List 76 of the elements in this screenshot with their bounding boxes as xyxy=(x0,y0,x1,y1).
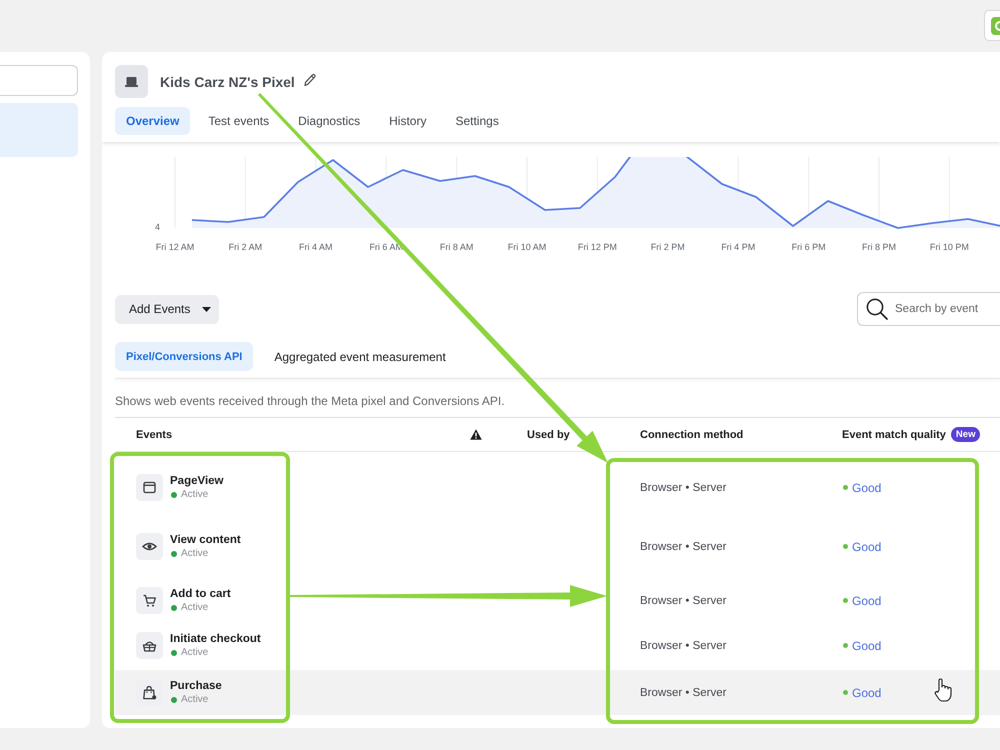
event-name: Purchase xyxy=(170,678,222,692)
axis-label: Fri 8 AM xyxy=(440,242,474,252)
axis-label: Fri 8 PM xyxy=(862,242,896,252)
event-name: Add to cart xyxy=(170,586,231,600)
axis-label: Fri 4 AM xyxy=(299,242,333,252)
status-dot-icon xyxy=(843,544,848,549)
connection-method: Browser • Server xyxy=(640,686,726,698)
axis-label: Fri 12 PM xyxy=(578,242,617,252)
new-badge: New xyxy=(950,427,980,442)
connection-method: Browser • Server xyxy=(640,482,726,494)
table-row[interactable]: Initiate checkout Active Browser • Server Good xyxy=(115,623,1000,668)
pixel-title: Kids Carz NZ's Pixel xyxy=(160,74,295,90)
quality-link[interactable]: Good xyxy=(852,540,882,554)
status-dot-icon xyxy=(171,696,177,702)
browser-window-icon xyxy=(136,474,163,501)
laptop-icon xyxy=(115,65,148,98)
table-row[interactable]: Add to cart Active Browser • Server Good xyxy=(115,578,1000,623)
axis-label: Fri 6 PM xyxy=(792,242,826,252)
description-text: Shows web events received through the Meta pixel and Conversions API. xyxy=(115,393,506,409)
status-dot-icon xyxy=(843,690,848,695)
column-header: Events xyxy=(136,428,172,440)
column-header: Connection method xyxy=(640,428,744,440)
tab[interactable]: Pixel/Conversions API xyxy=(115,342,254,371)
event-name: View content xyxy=(170,532,241,546)
pencil-icon[interactable] xyxy=(302,72,316,86)
table-row[interactable]: Purchase Active Browser • Server Good xyxy=(115,670,1000,715)
status-dot-icon xyxy=(171,650,177,656)
status-text: Active xyxy=(181,647,208,658)
tab[interactable]: Overview xyxy=(115,107,190,135)
quality-link[interactable]: Good xyxy=(852,480,882,494)
axis-label: Fri 10 AM xyxy=(508,242,546,252)
cart-icon xyxy=(136,587,163,614)
quality-link[interactable]: Good xyxy=(852,686,882,700)
search-field[interactable]: Search by event xyxy=(857,292,1000,326)
axis-label: Fri 12 AM xyxy=(156,242,194,252)
tab[interactable]: Settings xyxy=(444,107,510,135)
status-dot-icon xyxy=(843,643,848,648)
axis-label: Fri 2 PM xyxy=(650,242,685,252)
table-row[interactable]: PageView Active Browser • Server Good xyxy=(115,465,1000,510)
status-text: Active xyxy=(181,489,208,500)
quality-link[interactable]: Good xyxy=(852,594,882,608)
status-text: Active xyxy=(181,694,208,705)
column-header: Used by xyxy=(527,428,570,440)
status-text: Active xyxy=(181,548,208,559)
connection-method: Browser • Server xyxy=(640,540,726,552)
column-header: Event match quality xyxy=(842,428,946,440)
toolbar-button[interactable] xyxy=(984,10,1000,41)
connection-method: Browser • Server xyxy=(640,640,726,652)
hand-cursor-icon xyxy=(934,678,953,702)
tab[interactable]: Aggregated event measurement xyxy=(263,342,457,371)
table-row[interactable]: View content Active Browser • Server Good xyxy=(115,524,1000,569)
axis-label: 4 xyxy=(155,222,160,232)
tab[interactable]: Test events xyxy=(197,107,280,135)
axis-label: Fri 2 AM xyxy=(228,242,262,252)
status-dot-icon xyxy=(171,604,177,610)
status-dot-icon xyxy=(843,485,848,490)
quality-link[interactable]: Good xyxy=(852,638,882,652)
status-text: Active xyxy=(181,602,208,613)
add-events-button[interactable]: Add Events xyxy=(115,294,219,324)
connection-method: Browser • Server xyxy=(640,594,726,606)
caret-icon xyxy=(202,306,212,312)
eye-icon xyxy=(136,533,163,560)
input-field[interactable] xyxy=(0,65,78,96)
axis-label: Fri 10 PM xyxy=(930,242,969,252)
tab[interactable]: Diagnostics xyxy=(287,107,372,135)
search-icon xyxy=(866,298,888,320)
axis-label: Fri 4 PM xyxy=(721,242,756,252)
warning-icon xyxy=(470,429,482,440)
status-dot-icon xyxy=(171,492,177,498)
basket-icon xyxy=(136,632,163,659)
app-icon xyxy=(991,16,1000,34)
status-dot-icon xyxy=(843,598,848,603)
event-name: Initiate checkout xyxy=(170,632,261,646)
tab[interactable]: History xyxy=(378,107,438,135)
event-name: PageView xyxy=(170,474,224,488)
status-dot-icon xyxy=(171,550,177,556)
